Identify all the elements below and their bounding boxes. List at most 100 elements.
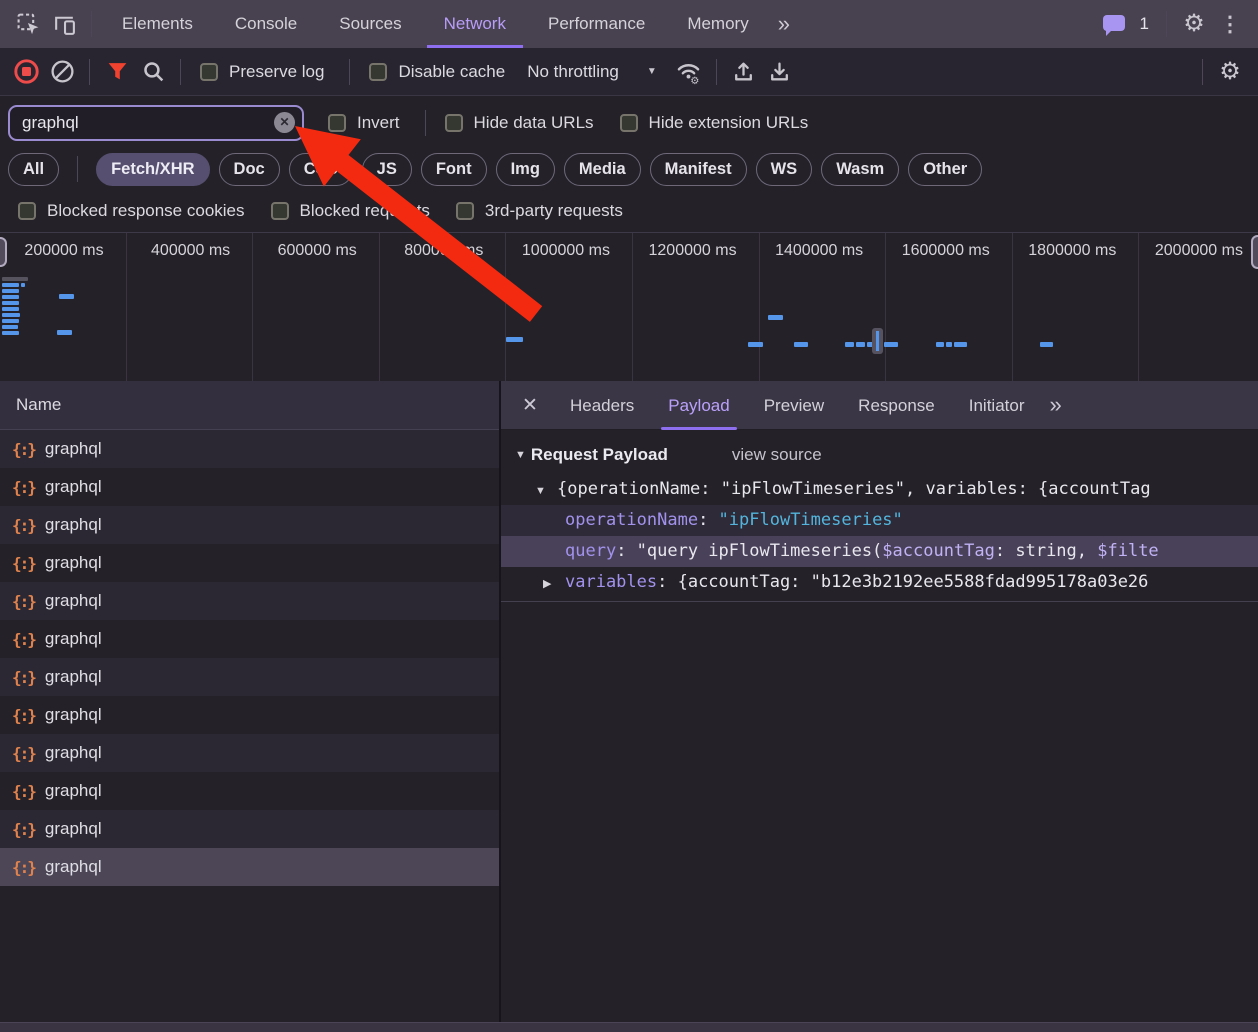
name-column-header[interactable]: Name [0, 381, 499, 430]
collapse-arrow-icon[interactable]: ▼ [515, 449, 526, 461]
network-settings-gear-icon[interactable]: ⚙ [1212, 54, 1248, 90]
waterfall-bar [2, 319, 19, 323]
import-har-icon[interactable] [726, 54, 762, 90]
request-row[interactable]: {:} graphql [0, 848, 499, 886]
chip-wasm[interactable]: Wasm [821, 153, 899, 186]
network-conditions-icon[interactable]: ⚙ [671, 54, 707, 90]
chip-img[interactable]: Img [496, 153, 555, 186]
tab-console[interactable]: Console [214, 0, 318, 48]
request-row[interactable]: {:}graphql [0, 772, 499, 810]
chip-doc[interactable]: Doc [219, 153, 280, 186]
record-network-log-icon[interactable] [8, 54, 44, 90]
bottom-scrollbar[interactable] [0, 1022, 1258, 1032]
request-row[interactable]: {:}graphql [0, 696, 499, 734]
overview-right-handle[interactable] [1251, 235, 1258, 269]
waterfall-bar [856, 342, 865, 347]
hide-data-urls-checkbox[interactable] [445, 114, 463, 132]
payload-row[interactable]: ▼{operationName: "ipFlowTimeseries", var… [501, 474, 1258, 505]
waterfall-bar [748, 342, 763, 347]
request-row[interactable]: {:}graphql [0, 620, 499, 658]
hide-extension-urls-checkbox[interactable] [620, 114, 638, 132]
chip-js[interactable]: JS [362, 153, 412, 186]
checkbox-label: 3rd-party requests [485, 201, 623, 221]
request-row[interactable]: {:}graphql [0, 734, 499, 772]
detail-tab-response[interactable]: Response [841, 381, 952, 430]
request-name: graphql [45, 629, 102, 649]
fetch-xhr-icon: {:} [12, 858, 35, 877]
chip-media[interactable]: Media [564, 153, 641, 186]
hide-extension-urls-option: Hide extension URLs [620, 113, 809, 133]
invert-checkbox[interactable] [328, 114, 346, 132]
tab-elements[interactable]: Elements [101, 0, 214, 48]
overview-left-handle[interactable] [0, 237, 7, 267]
detail-tab-headers[interactable]: Headers [553, 381, 651, 430]
blocked-response-cookies-checkbox[interactable] [18, 202, 36, 220]
tab-performance[interactable]: Performance [527, 0, 666, 48]
request-row[interactable]: {:}graphql [0, 810, 499, 848]
expand-arrow-icon[interactable]: ▶ [543, 569, 565, 598]
filter-icon[interactable] [99, 54, 135, 90]
blocked-requests-checkbox[interactable] [271, 202, 289, 220]
collapse-arrow-icon[interactable]: ▼ [535, 476, 557, 505]
divider [716, 59, 717, 85]
timeline-division: 2000000 ms [1139, 233, 1258, 381]
settings-gear-icon[interactable]: ⚙ [1176, 6, 1212, 42]
waterfall-bar [794, 342, 808, 347]
payload-row[interactable]: ▶variables: {accountTag: "b12e3b2192ee55… [501, 567, 1258, 598]
hide-data-urls-option: Hide data URLs [445, 113, 594, 133]
divider [89, 59, 90, 85]
detail-tab-preview[interactable]: Preview [747, 381, 841, 430]
tab-sources[interactable]: Sources [318, 0, 422, 48]
timeline-tick-label: 2000000 ms [1155, 242, 1243, 259]
chip-other[interactable]: Other [908, 153, 982, 186]
request-row[interactable]: {:}graphql [0, 430, 499, 468]
divider [180, 59, 181, 85]
timeline-division: 1000000 ms [506, 233, 633, 381]
request-row[interactable]: {:}graphql [0, 468, 499, 506]
payload-tree: ▼{operationName: "ipFlowTimeseries", var… [501, 474, 1258, 598]
3rd-party-requests-checkbox[interactable] [456, 202, 474, 220]
fetch-xhr-icon: {:} [12, 516, 35, 535]
disable-cache-checkbox[interactable] [369, 63, 387, 81]
inspect-element-icon[interactable] [10, 6, 46, 42]
detail-tab-initiator[interactable]: Initiator [952, 381, 1042, 430]
clear-filter-icon[interactable]: ✕ [274, 112, 295, 133]
fetch-xhr-icon: {:} [12, 554, 35, 573]
chip-manifest[interactable]: Manifest [650, 153, 747, 186]
clear-network-log-icon[interactable] [44, 54, 80, 90]
chip-all[interactable]: All [8, 153, 59, 186]
more-detail-tabs-icon[interactable]: » [1041, 392, 1069, 418]
request-row[interactable]: {:}graphql [0, 658, 499, 696]
tab-memory[interactable]: Memory [666, 0, 769, 48]
detail-tabs: HeadersPayloadPreviewResponseInitiator [553, 381, 1041, 430]
issues-feedback-icon[interactable] [1096, 6, 1132, 42]
chip-ws[interactable]: WS [756, 153, 813, 186]
payload-row[interactable]: query: "query ipFlowTimeseries($accountT… [501, 536, 1258, 567]
view-source-link[interactable]: view source [732, 445, 822, 465]
search-icon[interactable] [135, 54, 171, 90]
fetch-xhr-icon: {:} [12, 592, 35, 611]
chip-fetch-xhr[interactable]: Fetch/XHR [96, 153, 209, 186]
tab-network[interactable]: Network [423, 0, 527, 48]
throttling-dropdown[interactable]: No throttling ▼ [527, 62, 657, 82]
payload-row[interactable]: operationName: "ipFlowTimeseries" [501, 505, 1258, 536]
request-row[interactable]: {:}graphql [0, 582, 499, 620]
detail-tab-payload[interactable]: Payload [651, 381, 746, 430]
chip-css[interactable]: CSS [289, 153, 353, 186]
close-details-icon[interactable]: ✕ [507, 394, 553, 417]
export-har-icon[interactable] [762, 54, 798, 90]
more-options-icon[interactable]: ⋮ [1212, 6, 1248, 42]
payload-text: "ipFlowTimeseries" [719, 510, 903, 530]
chip-font[interactable]: Font [421, 153, 487, 186]
request-name: graphql [45, 857, 102, 877]
request-payload-title: Request Payload [531, 445, 668, 465]
divider [1166, 11, 1167, 37]
more-tabs-icon[interactable]: » [770, 11, 798, 37]
preserve-log-checkbox[interactable] [200, 63, 218, 81]
filter-text-input[interactable] [10, 113, 302, 133]
divider [77, 156, 78, 182]
request-row[interactable]: {:}graphql [0, 506, 499, 544]
request-row[interactable]: {:}graphql [0, 544, 499, 582]
waterfall-bar [506, 337, 523, 342]
device-toolbar-icon[interactable] [46, 6, 82, 42]
